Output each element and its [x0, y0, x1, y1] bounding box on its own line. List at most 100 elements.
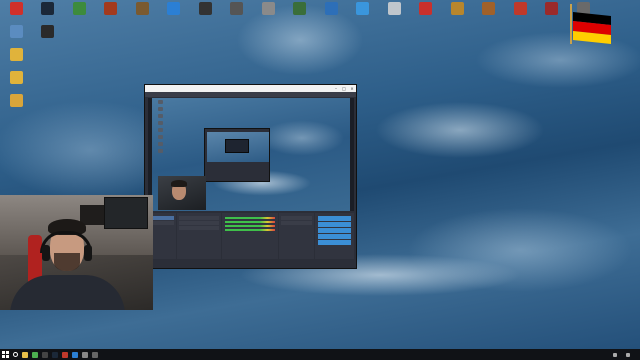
audio-meter — [225, 221, 275, 223]
transition-select[interactable] — [280, 216, 313, 220]
sources-dock-header — [177, 213, 222, 215]
webcam-overlay — [0, 195, 153, 310]
studio-mode-button[interactable] — [318, 228, 351, 233]
taskbar-app-button[interactable] — [80, 349, 90, 360]
preview-desktop-capture — [152, 98, 350, 211]
desktop-shortcut-icon[interactable] — [1, 48, 31, 72]
app-icon — [9, 94, 23, 107]
desktop-shortcut-icon[interactable] — [33, 2, 63, 26]
minimize-button[interactable]: – — [332, 85, 340, 92]
taskbar-app-button[interactable] — [70, 349, 80, 360]
source-row[interactable] — [178, 221, 220, 225]
desktop-shortcut-icon[interactable] — [411, 2, 441, 26]
chrome-icon — [32, 351, 38, 358]
start-button[interactable] — [0, 349, 10, 360]
taskbar-app-button[interactable] — [90, 349, 100, 360]
audio-meter — [225, 225, 275, 227]
obs-icon — [42, 351, 48, 358]
desktop-shortcut-icon[interactable] — [190, 2, 220, 26]
app-icon — [198, 2, 212, 15]
desktop-shortcut-icon[interactable] — [348, 2, 378, 26]
desktop-shortcut-icon[interactable] — [379, 2, 409, 26]
app-icon — [72, 351, 78, 358]
desktop-shortcut-icon[interactable] — [1, 2, 31, 26]
app-icon — [135, 2, 149, 15]
obs-menu-item[interactable] — [148, 92, 162, 97]
taskbar — [0, 349, 640, 360]
network-icon[interactable] — [610, 349, 620, 360]
desktop-shortcut-icon[interactable] — [159, 2, 189, 26]
obs-menu-item[interactable] — [205, 92, 219, 97]
app-icon — [545, 2, 558, 15]
obs-titlebar[interactable]: – □ × — [145, 85, 356, 92]
sources-dock[interactable] — [176, 213, 222, 259]
controls-dock-header — [315, 213, 354, 215]
desktop-shortcut-icon[interactable] — [127, 2, 157, 26]
taskbar-app-button[interactable] — [40, 349, 50, 360]
app-icon — [261, 2, 275, 15]
app-icon — [82, 351, 88, 358]
app-icon — [167, 2, 180, 15]
obs-menu-item[interactable] — [167, 92, 181, 97]
windows-icon — [1, 351, 9, 358]
desktop-shortcut-icon[interactable] — [474, 2, 504, 26]
scene-row[interactable] — [150, 221, 174, 225]
obs-menu-item[interactable] — [243, 92, 257, 97]
desktop-shortcut-icon[interactable] — [505, 2, 535, 26]
app-icon — [41, 25, 54, 38]
obs-statusbar — [145, 260, 356, 268]
germany-flag-icon[interactable] — [573, 12, 611, 44]
app-icon — [230, 2, 243, 15]
desktop-shortcut-icon[interactable] — [253, 2, 283, 26]
duration-input[interactable] — [280, 221, 313, 225]
desktop-shortcut-icon[interactable] — [222, 2, 252, 26]
search-button[interactable] — [10, 349, 20, 360]
obs-menu-item[interactable] — [224, 92, 238, 97]
app-icon — [293, 2, 306, 15]
desktop-shortcut-icon[interactable] — [1, 25, 31, 49]
app-icon — [9, 48, 23, 61]
desktop-shortcut-icon[interactable] — [442, 2, 472, 26]
maximize-button[interactable]: □ — [340, 85, 348, 92]
desktop-shortcut-icon[interactable] — [33, 25, 63, 49]
settings-button[interactable] — [318, 234, 351, 239]
background-monitor — [104, 197, 148, 229]
desktop-shortcut-icon[interactable] — [285, 2, 315, 26]
preview-webcam — [158, 176, 206, 210]
taskbar-app-button[interactable] — [60, 349, 70, 360]
app-icon — [356, 2, 369, 15]
taskbar-app-button[interactable] — [30, 349, 40, 360]
preview-nested-obs-window — [204, 128, 270, 182]
transitions-dock[interactable] — [278, 213, 315, 259]
volume-icon[interactable] — [623, 349, 633, 360]
desktop-shortcut-icon[interactable] — [1, 71, 31, 95]
app-icon — [482, 2, 495, 15]
obs-preview[interactable] — [148, 98, 354, 211]
obs-menubar — [145, 92, 356, 97]
close-button[interactable]: × — [348, 85, 356, 92]
source-row[interactable] — [178, 216, 220, 220]
obs-menu-item[interactable] — [186, 92, 200, 97]
exit-button[interactable] — [318, 240, 351, 245]
obs-docks — [148, 213, 354, 259]
taskbar-app-button[interactable] — [20, 349, 30, 360]
audio-mixer-dock[interactable] — [222, 213, 278, 259]
controls-dock[interactable] — [315, 213, 354, 259]
preview-icon-column — [158, 100, 164, 160]
file-explorer-icon — [22, 351, 28, 358]
mixer-dock-header — [222, 213, 277, 215]
desktop-shortcut-icon[interactable] — [316, 2, 346, 26]
start-recording-button[interactable] — [318, 222, 351, 227]
transitions-dock-header — [279, 213, 315, 215]
taskbar-app-button[interactable] — [50, 349, 60, 360]
desktop-shortcut-icon[interactable] — [96, 2, 126, 26]
desktop-shortcut-icon[interactable] — [64, 2, 94, 26]
start-streaming-button[interactable] — [318, 216, 351, 221]
desktop-shortcut-icon[interactable] — [1, 94, 31, 118]
audio-meter — [225, 229, 275, 231]
source-row[interactable] — [178, 226, 220, 230]
desktop-shortcut-icon[interactable] — [537, 2, 567, 26]
obs-studio-window[interactable]: – □ × — [144, 84, 357, 269]
obs-menu-item[interactable] — [262, 92, 276, 97]
scene-row[interactable] — [150, 216, 174, 220]
